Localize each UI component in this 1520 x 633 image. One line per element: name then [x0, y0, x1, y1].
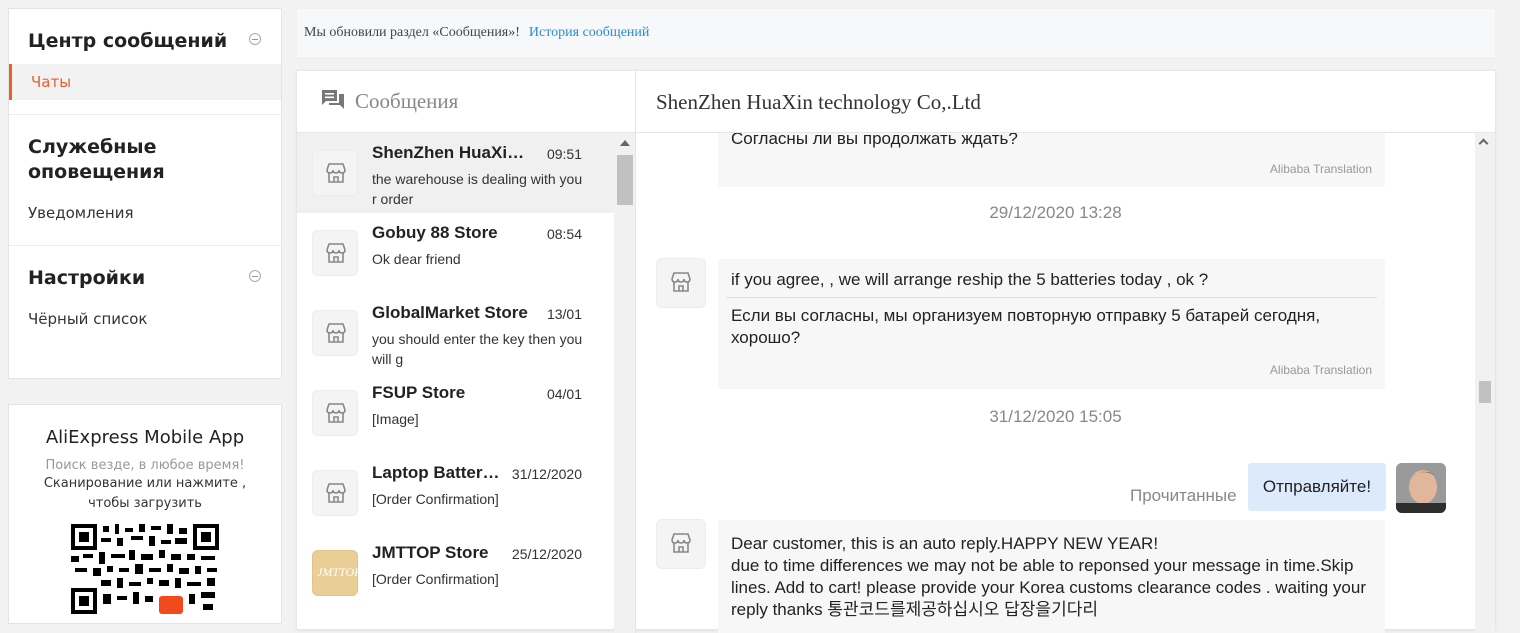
sidebar-item-chats[interactable]: Чаты: [9, 64, 281, 100]
translation-source: Alibaba Translation: [1269, 363, 1372, 377]
date-separator: 29/12/2020 13:28: [989, 203, 1122, 222]
banner-text: Мы обновили раздел «Сообщения»!: [304, 25, 520, 40]
scrollbar-thumb[interactable]: [617, 155, 633, 205]
app-promo: AliExpress Mobile App Поиск везде, в люб…: [8, 404, 282, 624]
message-preview: you should enter the key then you will g: [372, 331, 583, 367]
store-name: FSUP Store: [372, 383, 466, 402]
message-bubble: Dear customer, this is an auto reply.HAP…: [718, 520, 1385, 633]
scrollbar-thumb[interactable]: [1479, 381, 1491, 403]
message-translation: Согласны ли вы продолжать ждать?: [731, 133, 1018, 148]
list-item[interactable]: ShenZhen HuaXin technology Co,.Ltd 09:51…: [297, 133, 614, 213]
store-icon: [326, 163, 346, 183]
store-avatar: [312, 230, 358, 276]
store-icon: [326, 483, 346, 503]
store-name: Gobuy 88 Store: [372, 223, 498, 242]
message-preview: the warehouse is dealing with your order: [372, 171, 583, 207]
message-bubble: if you agree, , we will arrange reship t…: [718, 259, 1385, 389]
conversation-list: ShenZhen HuaXin technology Co,.Ltd 09:51…: [297, 133, 614, 633]
store-avatar: [312, 150, 358, 196]
list-item[interactable]: FSUP Store 04/01 [Image]: [297, 373, 614, 453]
store-avatar: [312, 390, 358, 436]
store-icon: [326, 243, 346, 263]
read-status: Прочитанные: [1130, 486, 1237, 505]
section-title: Служебные оповещения: [28, 136, 165, 183]
messages-panel: Сообщения ShenZhen HuaXin technology Co,…: [296, 70, 1496, 633]
store-icon: [671, 272, 691, 292]
sidebar-item-blacklist[interactable]: Чёрный список: [9, 301, 281, 337]
conversation-list-scrollbar[interactable]: [614, 133, 636, 633]
divider: [726, 297, 1377, 298]
store-logo-text: JMTTOP: [317, 565, 362, 579]
chat-scrollbar[interactable]: [1475, 133, 1495, 633]
message-bubble: Согласны ли вы продолжать ждать? Alibaba…: [718, 133, 1385, 187]
message-preview: [Order Confirmation]: [372, 491, 499, 507]
date-separator: 31/12/2020 15:05: [989, 407, 1122, 426]
store-icon: [326, 403, 346, 423]
store-avatar: JMTTOP: [312, 550, 362, 596]
store-avatar: [656, 258, 706, 308]
translation-source: Alibaba Translation: [1269, 162, 1372, 176]
collapse-icon[interactable]: [249, 270, 261, 282]
store-name: GlobalMarket Store: [372, 303, 528, 322]
message-time: 25/12/2020: [511, 546, 582, 562]
store-name: JMTTOP Store: [372, 543, 489, 562]
message-center-nav: Центр сообщений Чаты Служебные оповещени…: [8, 8, 322, 379]
collapse-icon[interactable]: [249, 33, 261, 45]
list-item[interactable]: GlobalMarket Store 13/01 you should ente…: [297, 293, 614, 373]
store-name: ShenZhen HuaXin technology Co,.Ltd: [372, 143, 532, 162]
store-avatar: [312, 470, 358, 516]
chat-bubbles-icon: [321, 88, 345, 115]
app-promo-subtitle: Поиск везде, в любое время!: [45, 458, 245, 473]
chat-header-title: ShenZhen HuaXin technology Co,.Ltd: [636, 71, 1495, 133]
user-photo: [1396, 463, 1446, 513]
message-translation: Если вы согласны, мы организуем повторну…: [731, 306, 1321, 347]
section-message-center: Центр сообщений Чаты: [9, 9, 281, 115]
section-title: Настройки: [28, 267, 146, 289]
app-promo-description: Сканирование или нажмите , чтобы загрузи…: [43, 476, 247, 511]
chat-messages: Согласны ли вы продолжать ждать? Alibaba…: [636, 133, 1495, 633]
message-history-link[interactable]: История сообщений: [529, 25, 650, 40]
scroll-up-arrow-icon[interactable]: [1478, 138, 1489, 149]
store-name: Laptop Battery Store: [372, 463, 500, 482]
scroll-up-arrow-icon[interactable]: [620, 140, 630, 146]
message-original: if you agree, , we will arrange reship t…: [731, 270, 1209, 289]
store-avatar: [656, 519, 706, 569]
section-title: Центр сообщений: [28, 30, 228, 52]
store-icon: [326, 323, 346, 343]
list-item[interactable]: Gobuy 88 Store 08:54 Ok dear friend: [297, 213, 614, 293]
list-item[interactable]: JMTTOP JMTTOP Store 25/12/2020 [Order Co…: [297, 533, 614, 613]
message-time: 09:51: [546, 146, 582, 162]
list-item[interactable]: Laptop Battery Store 31/12/2020 [Order C…: [297, 453, 614, 533]
sidebar-item-notifications[interactable]: Уведомления: [9, 195, 281, 231]
update-banner: Мы обновили раздел «Сообщения»! История с…: [296, 8, 1496, 58]
sent-message-bubble: Отправляйте!: [1248, 463, 1386, 511]
qr-code: [71, 524, 219, 614]
message-time: 31/12/2020: [511, 466, 582, 482]
user-avatar[interactable]: [1396, 463, 1446, 513]
app-promo-title: AliExpress Mobile App: [45, 427, 245, 448]
section-service: Служебные оповещения Уведомления: [9, 115, 322, 246]
message-time: 13/01: [546, 306, 582, 322]
message-preview: [Image]: [372, 411, 419, 427]
message-time: 08:54: [546, 226, 582, 242]
message-preview: [Order Confirmation]: [372, 571, 499, 587]
message-text: Dear customer, this is an auto reply.HAP…: [731, 534, 1367, 619]
conversation-list-header: Сообщения: [297, 71, 636, 133]
message-time: 04/01: [546, 386, 582, 402]
store-icon: [671, 533, 691, 553]
message-preview: Ok dear friend: [372, 251, 461, 267]
messages-title: Сообщения: [355, 89, 459, 113]
section-settings: Настройки Чёрный список: [9, 246, 281, 351]
store-avatar: [312, 310, 358, 356]
